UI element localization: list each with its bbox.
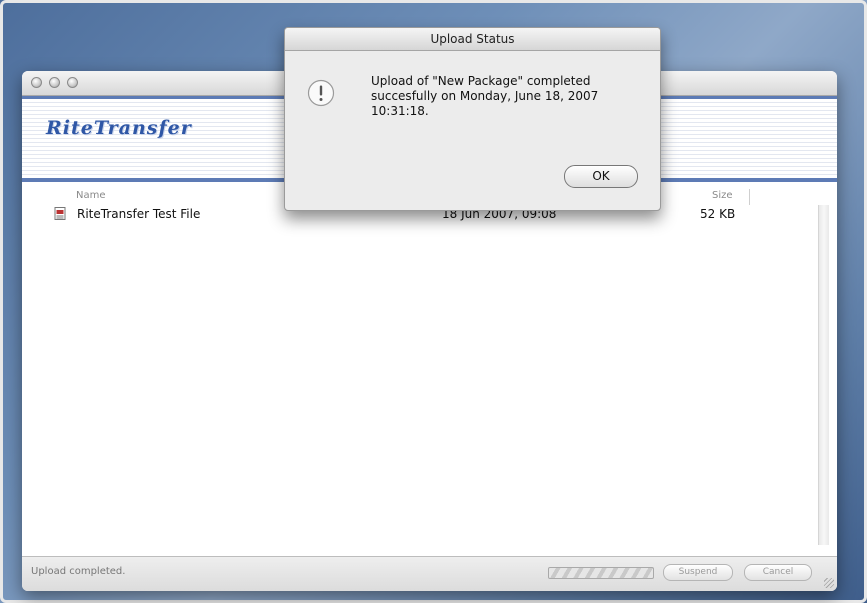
dialog-title: Upload Status <box>285 28 660 51</box>
document-icon <box>54 207 66 220</box>
progress-bar <box>548 567 654 579</box>
resize-grip-icon[interactable] <box>824 578 834 588</box>
cancel-button[interactable]: Cancel <box>744 564 812 581</box>
close-window-button[interactable] <box>31 77 42 88</box>
suspend-button[interactable]: Suspend <box>663 564 733 581</box>
column-separator <box>749 189 750 205</box>
column-header-size[interactable]: Size <box>712 190 733 201</box>
status-text: Upload completed. <box>31 566 126 577</box>
file-name: RiteTransfer Test File <box>77 207 201 221</box>
dialog-message: Upload of "New Package" completed succes… <box>371 74 599 118</box>
upload-status-dialog: Upload Status Upload of "New Package" co… <box>284 27 661 211</box>
minimize-window-button[interactable] <box>49 77 60 88</box>
alert-icon <box>307 79 335 107</box>
column-header-name[interactable]: Name <box>76 190 106 201</box>
status-bar: Upload completed. Suspend Cancel <box>22 556 837 591</box>
file-size: 52 KB <box>700 207 736 221</box>
ritetransfer-logo: RiteTransfer <box>46 117 192 139</box>
vertical-scrollbar[interactable] <box>818 205 829 545</box>
ok-button[interactable]: OK <box>564 165 638 188</box>
zoom-window-button[interactable] <box>67 77 78 88</box>
